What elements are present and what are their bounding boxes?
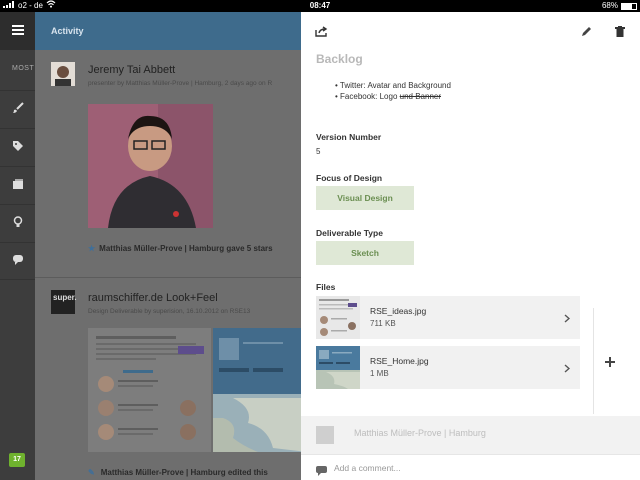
comment-icon xyxy=(316,463,327,480)
add-file-button[interactable] xyxy=(604,355,616,367)
comment-item: Matthias Müller-Prove | Hamburg xyxy=(301,416,640,454)
feed-post[interactable]: Jeremy Tai Abbett presenter by Matthias … xyxy=(35,50,301,278)
rating-activity: ★ Matthias Müller-Prove | Hamburg gave 5 … xyxy=(88,244,273,253)
pencil-icon: ✎ xyxy=(88,468,95,477)
activity-feed: Activity Jeremy Tai Abbett presenter by … xyxy=(35,12,301,480)
chevron-right-icon xyxy=(564,310,571,328)
post-title[interactable]: raumschiffer.de Look+Feel xyxy=(88,292,218,304)
rail-item-chat[interactable] xyxy=(0,242,35,280)
rail-item-ideas[interactable] xyxy=(0,204,35,242)
divider xyxy=(593,308,594,414)
file-thumbnail xyxy=(316,346,360,389)
menu-icon xyxy=(11,22,24,40)
struck-text: und Banner xyxy=(399,92,442,101)
detail-toolbar xyxy=(301,12,640,50)
file-name: RSE_Home.jpg xyxy=(370,356,429,366)
post-photo[interactable] xyxy=(88,104,213,228)
feed-header: Activity xyxy=(35,12,301,50)
left-rail: MOST 17 xyxy=(0,12,35,480)
edit-icon[interactable] xyxy=(578,23,594,39)
notification-badge[interactable]: 17 xyxy=(9,453,25,467)
focus-tag[interactable]: Visual Design xyxy=(316,186,414,210)
chevron-right-icon xyxy=(564,360,571,378)
list-item-text: Twitter: Avatar and Background xyxy=(339,81,451,90)
post-title[interactable]: Jeremy Tai Abbett xyxy=(88,64,175,76)
thumbnail-ideas[interactable] xyxy=(88,328,211,452)
feed-post[interactable]: super. raumschiffer.de Look+Feel Design … xyxy=(35,278,301,478)
edit-activity-text: Matthias Müller-Prove | Hamburg edited t… xyxy=(100,468,268,477)
focus-label: Focus of Design xyxy=(316,173,383,183)
file-thumbnail xyxy=(316,296,360,339)
status-bar: o2 - de 08:47 68% xyxy=(0,0,640,12)
comment-author: Matthias Müller-Prove | Hamburg xyxy=(354,428,486,438)
lightbulb-icon xyxy=(13,215,23,233)
post-subtitle: presenter by Matthias Müller-Prove | Ham… xyxy=(88,80,273,87)
rail-section-label: MOST xyxy=(12,65,35,72)
plus-icon xyxy=(604,355,616,372)
file-size: 711 KB xyxy=(370,319,396,328)
version-label: Version Number xyxy=(316,132,382,142)
list-item: • Facebook: Logo und Banner xyxy=(335,92,442,101)
rail-item-tags[interactable] xyxy=(0,128,35,166)
file-row[interactable]: RSE_Home.jpg 1 MB xyxy=(316,346,580,389)
brush-icon xyxy=(12,101,24,119)
post-subtitle: Design Deliverable by superision, 16.10.… xyxy=(88,308,251,315)
files-label: Files xyxy=(316,282,336,292)
comment-bar xyxy=(301,454,640,480)
detail-panel: Backlog • Twitter: Avatar and Background… xyxy=(301,12,640,480)
deliverable-label: Deliverable Type xyxy=(316,228,383,238)
file-size: 1 MB xyxy=(370,369,389,378)
avatar: super. xyxy=(51,290,77,314)
avatar xyxy=(316,426,334,444)
rating-activity-text: Matthias Müller-Prove | Hamburg gave 5 s… xyxy=(99,244,273,253)
rail-item-brush[interactable] xyxy=(0,90,35,128)
backlog-list: • Twitter: Avatar and Background • Faceb… xyxy=(335,80,451,102)
file-name: RSE_ideas.jpg xyxy=(370,306,427,316)
avatar-text: super. xyxy=(53,293,77,302)
file-row[interactable]: RSE_ideas.jpg 711 KB xyxy=(316,296,580,339)
post-thumbnails[interactable] xyxy=(88,328,301,452)
share-icon[interactable] xyxy=(313,23,329,39)
deliverable-tag[interactable]: Sketch xyxy=(316,241,414,265)
clock: 08:47 xyxy=(309,1,331,10)
menu-button[interactable] xyxy=(0,12,35,50)
thumbnail-home[interactable] xyxy=(213,328,301,452)
list-item-text: Facebook: Logo xyxy=(340,92,400,101)
cards-icon xyxy=(12,177,24,195)
rail-item-cards[interactable] xyxy=(0,166,35,204)
section-title: Backlog xyxy=(316,52,363,66)
trash-icon[interactable] xyxy=(612,23,628,39)
avatar xyxy=(51,62,75,86)
star-icon: ★ xyxy=(88,244,96,253)
version-value: 5 xyxy=(316,147,321,156)
tags-icon xyxy=(12,139,24,157)
list-item: • Twitter: Avatar and Background xyxy=(335,81,451,90)
battery-icon xyxy=(621,2,637,10)
detail-body: Backlog • Twitter: Avatar and Background… xyxy=(301,50,640,416)
comment-input[interactable] xyxy=(334,459,624,477)
chat-icon xyxy=(12,252,24,270)
edit-activity: ✎ Matthias Müller-Prove | Hamburg edited … xyxy=(88,468,268,477)
